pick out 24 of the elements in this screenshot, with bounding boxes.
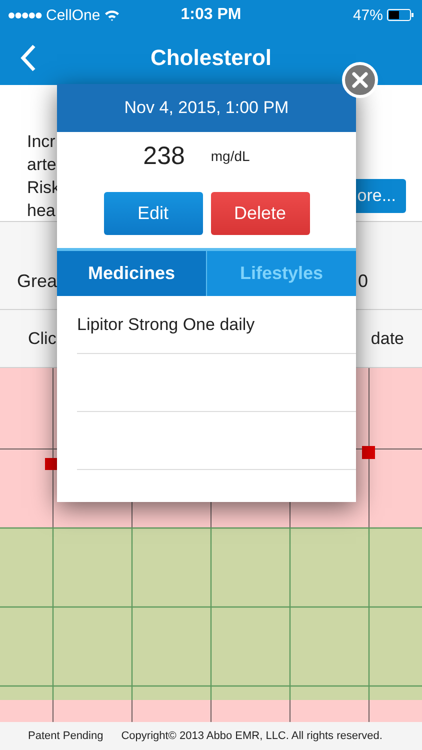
battery-percent: 47% [352,6,383,24]
patent-text: Patent Pending [28,730,104,742]
info-text-line: Incr [27,131,56,153]
delete-button[interactable]: Delete [210,192,310,235]
battery-icon [387,9,414,21]
chevron-left-icon [20,44,36,72]
screen-title: Cholesterol [150,44,272,70]
edit-button[interactable]: Edit [104,192,202,235]
reading-value: 238 [143,142,185,170]
status-time: 1:03 PM [180,6,242,24]
reading-unit: mg/dL [210,148,250,164]
hint-text: Clic [28,328,56,348]
info-text-line: arte [27,154,58,176]
medicine-item[interactable]: Lipitor Strong One daily [77,314,255,334]
wifi-icon [104,9,120,21]
copyright-text: Copyright© 2013 Abbo EMR, LLC. All rights reserved. [121,730,382,742]
range-label: Grea [17,271,58,293]
record-date: Nov 4, 2015, 1:00 PM [124,98,289,118]
hint-text: date [370,328,404,348]
signal-icon [8,12,42,18]
info-text-line: hea [27,200,56,222]
range-value: 0 [358,271,368,293]
tab[interactable]: Medicines [57,251,206,296]
carrier-name: CellOne [46,6,100,24]
